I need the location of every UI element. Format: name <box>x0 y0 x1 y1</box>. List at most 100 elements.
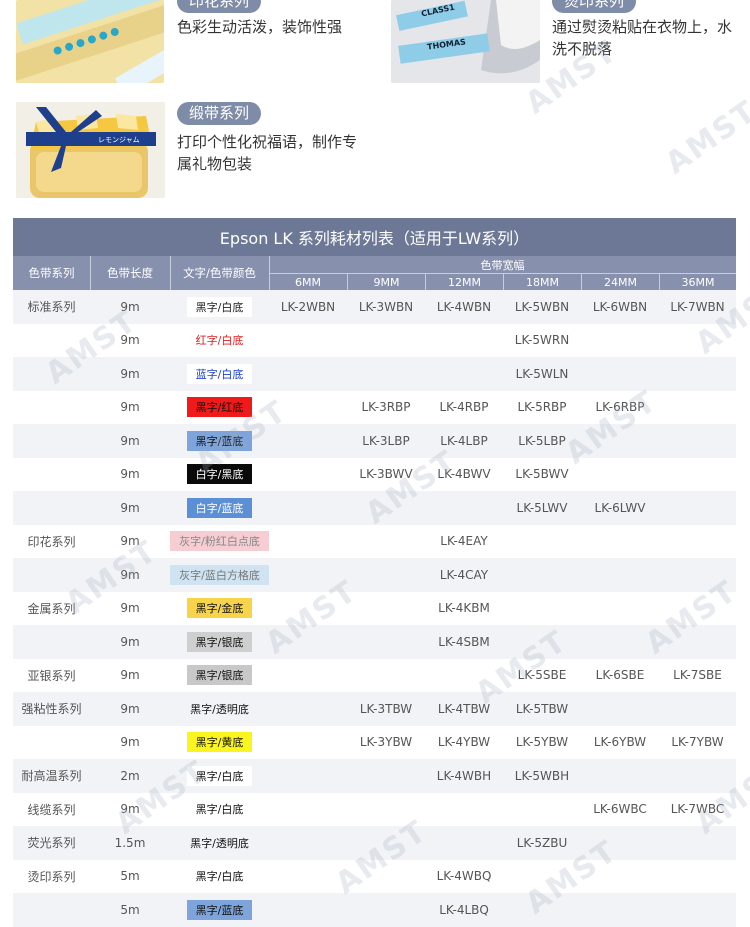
color-swatch: 黑字/白底 <box>186 799 253 820</box>
color-cell: 黑字/白底 <box>170 759 269 793</box>
color-swatch: 红字/白底 <box>186 330 253 351</box>
model-cell <box>503 525 581 559</box>
series-cell <box>13 357 90 391</box>
model-cell: LK-7SBE <box>673 668 722 683</box>
table-row: 9m 黑字/银底 LK-4SBM <box>13 625 736 659</box>
header-width-6mm: 6MM <box>295 275 321 289</box>
model-cell: LK-4CAY <box>439 567 489 582</box>
model-cell <box>347 558 425 592</box>
model-cell: LK-4KBM <box>438 601 490 616</box>
model-cell <box>425 357 503 391</box>
model-cell <box>347 357 425 391</box>
model-cell <box>503 558 581 592</box>
model-cell <box>581 424 659 458</box>
table-row: 强粘性系列 9m 黑字/透明底 LK-3TBW LK-4TBW LK-5TBW <box>13 692 736 726</box>
length-cell: 9m <box>120 366 140 381</box>
model-cell <box>269 391 347 425</box>
model-cell: LK-3LBP <box>362 433 410 448</box>
table-row: 9m 灰字/蓝白方格底 LK-4CAY <box>13 558 736 592</box>
series-cell <box>13 893 90 927</box>
model-cell: LK-5SBE <box>517 668 567 683</box>
color-swatch: 黑字/金底 <box>186 598 253 619</box>
feature-desc-iron: 通过熨烫粘贴在衣物上，水洗不脱落 <box>552 18 733 58</box>
color-swatch: 黑字/白底 <box>186 296 253 317</box>
model-cell: LK-3BWV <box>359 467 413 482</box>
model-cell <box>503 592 581 626</box>
table-row: 标准系列 9m 黑字/白底 LK-2WBN LK-3WBN LK-4WBN LK-5WBN L… <box>13 290 736 324</box>
series-cell <box>13 558 90 592</box>
model-cell <box>581 893 659 927</box>
table-row: 9m 蓝字/白底 LK-5WLN <box>13 357 736 391</box>
color-cell: 黑字/蓝底 <box>170 424 269 458</box>
table-row: 印花系列 9m 灰字/粉红白点底 LK-4EAY <box>13 524 736 559</box>
print-tape-photo <box>16 0 164 83</box>
header-series: 色带系列 <box>28 266 75 280</box>
length-cell: 9m <box>120 634 140 649</box>
color-cell: 白字/蓝底 <box>170 491 269 525</box>
length-cell: 9m <box>120 500 140 515</box>
header-width-24mm: 24MM <box>581 274 659 290</box>
model-cell <box>269 424 347 458</box>
series-cell: 标准系列 <box>27 300 76 315</box>
table-row: 9m 黑字/蓝底 LK-3LBP LK-4LBP LK-5LBP <box>13 424 736 458</box>
model-cell: LK-5WRN <box>514 333 570 348</box>
header-width-9mm: 9MM <box>347 274 425 290</box>
model-cell: LK-6WBC <box>593 802 647 817</box>
series-cell: 金属系列 <box>27 601 76 616</box>
feature-tag-ribbon: 缎带系列 <box>177 102 262 125</box>
model-cell: LK-4LBQ <box>439 902 489 917</box>
table-row: 5m 黑字/蓝底 LK-4LBQ <box>13 893 736 927</box>
color-cell: 黑字/金底 <box>170 592 269 626</box>
length-cell: 9m <box>120 333 140 348</box>
model-cell: LK-5WLN <box>515 366 569 381</box>
color-swatch: 黑字/白底 <box>186 765 253 786</box>
table-row: 9m 白字/黑底 LK-3BWV LK-4BWV LK-5BWV <box>13 457 736 492</box>
series-cell <box>13 324 90 358</box>
table-row: 金属系列 9m 黑字/金底 LK-4KBM <box>13 591 736 626</box>
table-row: 9m 黑字/红底 LK-3RBP LK-4RBP LK-5RBP LK-6RBP <box>13 390 736 425</box>
model-cell <box>659 458 736 492</box>
model-cell: LK-3TBW <box>359 701 413 716</box>
model-cell: LK-5BWV <box>515 467 569 482</box>
model-cell <box>659 893 736 927</box>
color-cell: 红字/白底 <box>170 324 269 358</box>
length-cell: 9m <box>120 567 140 582</box>
model-cell <box>425 324 503 358</box>
table-row: 9m 黑字/黄底 LK-3YBW LK-4YBW LK-5YBW LK-6YBW LK-7Y… <box>13 725 736 760</box>
model-cell <box>347 826 425 860</box>
model-cell <box>425 659 503 693</box>
table-row: 烫印系列 5m 黑字/白底 LK-4WBQ <box>13 859 736 893</box>
length-cell: 9m <box>120 467 140 482</box>
color-swatch: 黑字/银底 <box>186 665 253 686</box>
model-cell <box>347 659 425 693</box>
length-cell: 1.5m <box>114 835 146 850</box>
model-cell: LK-7WBC <box>670 802 725 817</box>
color-swatch: 黑字/银底 <box>186 631 253 652</box>
model-cell: LK-4BWV <box>437 467 491 482</box>
model-cell <box>269 458 347 492</box>
length-cell: 9m <box>120 299 140 314</box>
header-length: 色带长度 <box>107 266 153 280</box>
length-cell: 9m <box>120 400 140 415</box>
color-cell: 黑字/黄底 <box>170 726 269 760</box>
model-cell <box>581 692 659 726</box>
model-cell: LK-7YBW <box>671 735 724 750</box>
model-cell <box>269 357 347 391</box>
length-cell: 5m <box>120 869 140 884</box>
model-cell <box>269 893 347 927</box>
header-color: 文字/色带颜色 <box>183 266 256 280</box>
color-cell: 黑字/银底 <box>170 625 269 659</box>
model-cell <box>347 324 425 358</box>
length-cell: 9m <box>120 601 140 616</box>
color-cell: 黑字/白底 <box>170 290 269 324</box>
series-cell: 线缆系列 <box>27 802 76 817</box>
model-cell <box>581 357 659 391</box>
model-cell: LK-5LWV <box>516 500 568 515</box>
model-cell <box>659 625 736 659</box>
ribbon-text: レモンジャム <box>98 136 140 144</box>
color-swatch: 黑字/透明底 <box>190 836 249 850</box>
model-cell <box>269 324 347 358</box>
color-cell: 蓝字/白底 <box>170 357 269 391</box>
color-swatch: 灰字/蓝白方格底 <box>170 564 269 585</box>
color-cell: 黑字/红底 <box>170 391 269 425</box>
